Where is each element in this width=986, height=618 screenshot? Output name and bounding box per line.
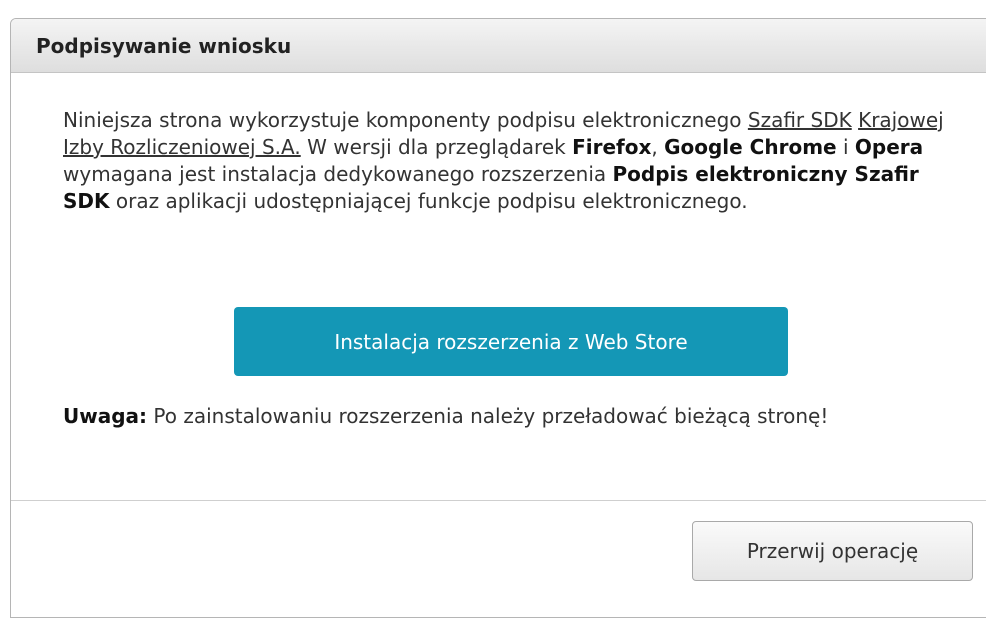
signing-dialog: Podpisywanie wniosku Niniejsza strona wy… (10, 18, 986, 618)
intro-text-5: wymagana jest instalacja dedykowanego ro… (63, 162, 613, 186)
intro-text-4: i (836, 135, 855, 159)
warning-label: Uwaga: (63, 404, 148, 428)
intro-text-6: oraz aplikacji udostępniającej funkcje p… (109, 189, 748, 213)
footer-divider (11, 500, 986, 501)
intro-text-3: , (651, 135, 665, 159)
szafir-sdk-link[interactable]: Szafir SDK (748, 108, 852, 132)
browser-firefox: Firefox (572, 135, 652, 159)
intro-text-1: Niniejsza strona wykorzystuje komponenty… (63, 108, 748, 132)
intro-paragraph: Niniejsza strona wykorzystuje komponenty… (63, 107, 963, 215)
install-extension-button[interactable]: Instalacja rozszerzenia z Web Store (234, 307, 788, 376)
intro-text-2: W wersji dla przeglądarek (300, 135, 573, 159)
warning-note: Uwaga: Po zainstalowaniu rozszerzenia na… (63, 403, 963, 430)
dialog-intro-text: Niniejsza strona wykorzystuje komponenty… (63, 107, 963, 215)
dialog-title: Podpisywanie wniosku (36, 33, 292, 58)
dialog-titlebar: Podpisywanie wniosku (11, 19, 986, 73)
browser-opera: Opera (854, 135, 924, 159)
warning-text: Po zainstalowaniu rozszerzenia należy pr… (147, 404, 829, 428)
browser-chrome: Google Chrome (664, 135, 837, 159)
cancel-operation-button[interactable]: Przerwij operację (692, 521, 973, 581)
